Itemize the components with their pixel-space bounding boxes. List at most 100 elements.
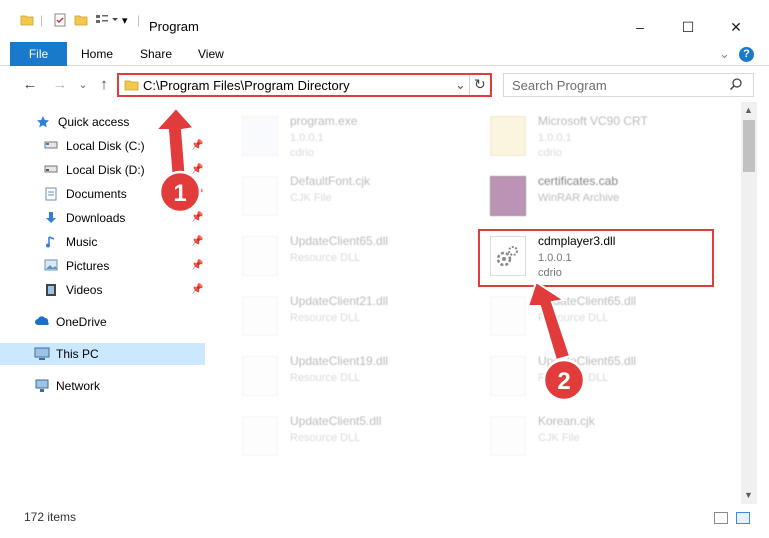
onedrive-icon [34,315,50,329]
dll-file-icon [242,356,278,396]
folder-icon [490,116,526,156]
dll-file-icon [242,296,278,336]
star-icon [36,115,52,129]
scroll-up-icon[interactable]: ▲ [744,105,753,115]
file-item[interactable]: certificates.cab WinRAR Archive [472,166,712,222]
file-detail: Resource DLL [290,252,361,264]
nav-item-label: Videos [66,283,103,297]
nav-item-this-pc[interactable]: This PC [0,343,205,365]
qa-divider-2: | [137,13,141,27]
file-detail: Resource DLL [290,372,361,384]
file-detail: cdrio [538,147,562,159]
file-item[interactable]: program.exe 1.0.0.1 cdrio [224,106,464,162]
nav-item-quick-access[interactable]: Quick access [0,111,205,133]
search-box[interactable]: Search Program [503,73,754,97]
address-bar[interactable]: C:\Program Files\Program Directory ⌄ ↻ [117,73,492,97]
file-detail: 1.0.0.1 [538,132,572,144]
pictures-icon [44,259,60,273]
documents-icon [44,187,60,201]
file-name: Microsoft VC90 CRT [538,114,648,128]
file-name: DefaultFont.cjk [290,174,371,188]
nav-item-pictures[interactable]: Pictures 📌 [0,255,205,277]
file-name: program.exe [290,114,358,128]
nav-item-label: Network [56,379,101,393]
nav-item-documents[interactable]: Documents 📌 [0,183,205,205]
file-name: UpdateClient65.dll [538,294,637,308]
address-path: C:\Program Files\Program Directory [143,78,350,93]
minimize-button[interactable]: – [617,12,663,42]
pin-icon: 📌 [191,212,204,223]
back-button[interactable]: ← [20,74,40,94]
forward-button[interactable]: → [50,74,70,94]
details-view-icon[interactable] [714,512,728,524]
file-name: UpdateClient5.dll [290,414,382,428]
up-button[interactable]: ↑ [94,74,114,94]
scroll-down-icon[interactable]: ▼ [744,490,753,500]
pin-icon: 📌 [191,164,204,175]
folder-icon[interactable] [20,10,34,30]
dll-file-icon [490,356,526,396]
large-icons-view-icon[interactable] [736,512,750,524]
scrollbar[interactable]: ▲ ▼ [741,102,757,504]
file-item[interactable]: Microsoft VC90 CRT 1.0.0.1 cdrio [472,106,712,162]
nav-item-local-disk-c[interactable]: Local Disk (C:) 📌 [0,135,205,157]
scroll-thumb[interactable] [743,120,755,172]
file-item[interactable]: UpdateClient65.dll Resource DLL [472,346,712,402]
title-bar: | ▾ | Program – ☐ ✕ [0,0,769,42]
exe-file-icon [242,116,278,156]
file-item[interactable]: UpdateClient65.dll Resource DLL [472,286,712,342]
status-bar: 172 items [0,504,769,538]
address-dropdown-icon[interactable]: ⌄ [455,77,466,93]
file-item[interactable]: Korean.cjk CJK File [472,406,712,462]
file-detail: cdrio [290,147,314,159]
item-count: 172 items [24,510,77,524]
tab-share[interactable]: Share [140,47,172,61]
file-icon [242,176,278,216]
folder-icon [124,78,139,95]
file-item[interactable]: UpdateClient5.dll Resource DLL [224,406,464,462]
recent-locations-button[interactable]: ⌄ [73,74,93,94]
search-input[interactable]: Search Program [512,78,607,93]
maximize-button[interactable]: ☐ [665,12,711,42]
nav-item-network[interactable]: Network [0,375,205,397]
file-name: certificates.cab [538,174,619,188]
tab-file[interactable]: File [10,42,67,66]
archive-icon [490,176,526,216]
file-item[interactable]: UpdateClient21.dll Resource DLL [224,286,464,342]
nav-item-music[interactable]: Music 📌 [0,231,205,253]
properties-icon[interactable] [53,10,67,30]
close-button[interactable]: ✕ [713,12,759,42]
file-item[interactable]: DefaultFont.cjk CJK File [224,166,464,222]
help-icon[interactable]: ? [739,47,754,62]
new-folder-icon[interactable] [74,10,88,30]
dll-file-icon [242,236,278,276]
ribbon-expand-icon[interactable]: ⌄ [719,46,730,62]
nav-item-videos[interactable]: Videos 📌 [0,279,205,301]
qa-divider: | [40,13,44,27]
file-detail: WinRAR Archive [538,192,620,204]
tab-home[interactable]: Home [81,47,113,61]
customize-icon[interactable] [95,10,119,30]
nav-item-label: Pictures [66,259,110,273]
tab-view[interactable]: View [198,47,224,61]
nav-item-label: This PC [56,347,99,361]
drive-icon [44,139,60,153]
file-detail: Resource DLL [538,372,609,384]
search-icon[interactable] [729,77,743,94]
nav-item-downloads[interactable]: Downloads 📌 [0,207,205,229]
drive-icon [44,163,60,177]
qa-dropdown-icon[interactable]: ▾ [122,10,128,30]
file-list: program.exe 1.0.0.1 cdrio DefaultFont.cj… [212,102,740,504]
file-name: UpdateClient21.dll [290,294,389,308]
file-name: UpdateClient65.dll [538,354,637,368]
file-item[interactable]: UpdateClient19.dll Resource DLL [224,346,464,402]
videos-icon [44,283,60,297]
navigation-pane: Quick access Local Disk (C:) 📌 Local Dis… [0,104,210,504]
nav-item-label: Downloads [66,211,126,225]
file-item[interactable]: UpdateClient65.dll Resource DLL [224,226,464,282]
file-detail: Resource DLL [538,312,609,324]
refresh-button[interactable]: ↻ [474,76,486,93]
nav-item-label: Music [66,235,98,249]
nav-item-local-disk-d[interactable]: Local Disk (D:) 📌 [0,159,205,181]
nav-item-onedrive[interactable]: OneDrive [0,311,205,333]
